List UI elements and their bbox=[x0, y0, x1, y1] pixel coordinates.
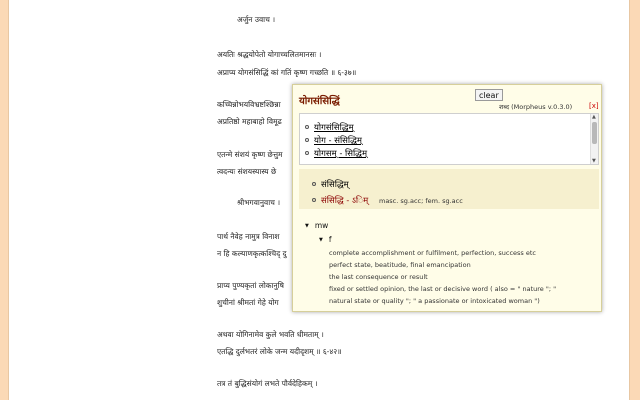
text-line: अथवा योगिनामेव कुले भवति धीमताम् । bbox=[217, 330, 324, 339]
definition-line: perfect state, beatitude, final emancipa… bbox=[329, 261, 471, 269]
text-line: पार्थ नैवेह नामुत्र विनाश bbox=[217, 232, 280, 241]
scroll-down-icon[interactable]: ▼ bbox=[592, 158, 596, 164]
text-line: कच्चिन्नोभयविभ्रष्टश्छिन्ना bbox=[217, 100, 281, 109]
definition-line: fixed or settled opinion, the last or de… bbox=[329, 285, 557, 293]
text-line: तत्र तं बुद्धिसंयोगं लभते पौर्वदेहिकम् । bbox=[217, 379, 318, 388]
clear-button[interactable]: clear bbox=[475, 89, 503, 101]
tree-node-mw[interactable]: ▼ mw bbox=[305, 221, 328, 230]
text-line: अप्राप्य योगसंसिद्धिं कां गतिं कृष्ण गच्… bbox=[217, 68, 357, 77]
expand-triangle-icon[interactable]: ▼ bbox=[319, 237, 323, 243]
text-line: श्रीभगवानुवाच । bbox=[237, 198, 281, 207]
scroll-thumb[interactable] bbox=[592, 122, 597, 144]
definition-line: the last consequence or result bbox=[329, 273, 428, 281]
split-item[interactable]: संसिद्धिम् bbox=[312, 179, 349, 190]
list-scrollbar[interactable]: ▲ ▼ bbox=[590, 114, 598, 164]
text-line: न हि कल्याणकृत्कश्चिद् दु bbox=[217, 249, 287, 258]
grammar-label: masc. sg.acc; fem. sg.acc bbox=[378, 197, 463, 205]
popup-title: योगसंसिद्धिं bbox=[299, 96, 340, 107]
list-item[interactable]: योग - संसिद्धिम् bbox=[305, 135, 362, 146]
text-line: अयतिः श्रद्धयोपेतो योगाच्चलितमानसः । bbox=[217, 50, 322, 59]
segmentation-list[interactable]: योगसंसिद्धिम् योग - संसिद्धिम् योगसम् - … bbox=[299, 113, 599, 165]
text-line: अर्जुन उवाच । bbox=[237, 15, 276, 24]
text-line: एतन्मे संशयं कृष्ण छेत्तुम bbox=[217, 150, 283, 159]
list-item[interactable]: योगसम् - सिद्धिम् bbox=[305, 148, 367, 159]
text-line: अप्रतिष्ठो महाबाहो विमूढ bbox=[217, 117, 282, 126]
scroll-up-icon[interactable]: ▲ bbox=[592, 114, 596, 120]
text-line: त्वदन्यः संशयस्यास्य छे bbox=[217, 167, 277, 176]
tree-node-f[interactable]: ▼ f bbox=[319, 235, 332, 244]
bullet-icon bbox=[305, 151, 309, 155]
close-button[interactable]: [x] bbox=[589, 102, 599, 110]
bullet-icon bbox=[305, 125, 309, 129]
definition-line: complete accomplishment or fulfilment, p… bbox=[329, 249, 536, 257]
bullet-icon bbox=[305, 138, 309, 142]
list-item[interactable]: योगसंसिद्धिम् bbox=[305, 122, 354, 133]
expand-triangle-icon[interactable]: ▼ bbox=[305, 223, 309, 229]
text-line: एतद्धि दुर्लभतरं लोके जन्म यदीदृशम् ॥ ६-… bbox=[217, 347, 342, 356]
text-line: प्राप्य पुण्यकृतां लोकानुषि bbox=[217, 281, 284, 290]
text-line: शुचीनां श्रीमतां गेहे योग bbox=[217, 298, 279, 307]
version-label: शब्द (Morpheus v.0.3.0) bbox=[499, 103, 573, 111]
popup-header: योगसंसिद्धिं clear शब्द (Morpheus v.0.3.… bbox=[293, 85, 601, 111]
split-item[interactable]: संसिद्धि - ऽिम् masc. sg.acc; fem. sg.ac… bbox=[312, 195, 463, 206]
definition-line: natural state or quality "; " a passiona… bbox=[329, 297, 540, 305]
dictionary-popup: योगसंसिद्धिं clear शब्द (Morpheus v.0.3.… bbox=[292, 84, 602, 312]
split-analysis: संसिद्धिम् संसिद्धि - ऽिम् masc. sg.acc;… bbox=[299, 169, 599, 209]
bullet-icon bbox=[312, 198, 316, 202]
bullet-icon bbox=[312, 182, 316, 186]
